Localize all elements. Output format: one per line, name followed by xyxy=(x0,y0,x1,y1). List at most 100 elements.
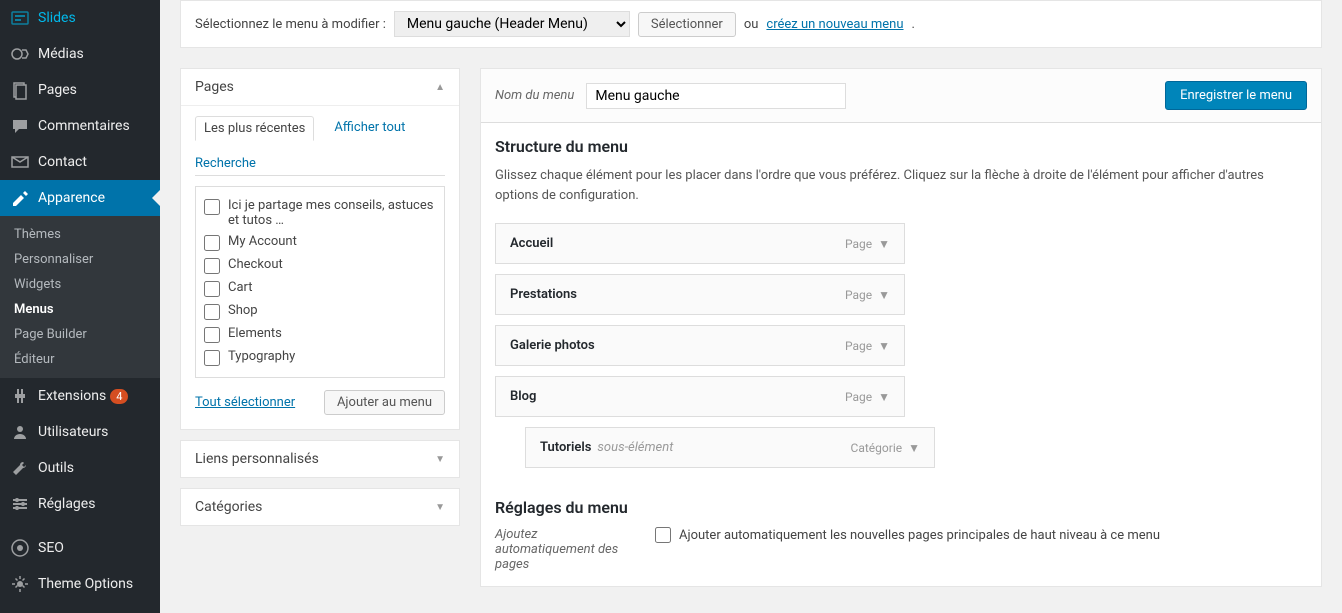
sidebar-item-contact[interactable]: Contact xyxy=(0,144,160,180)
menu-item-tutoriels[interactable]: Tutorielssous-élément Catégorie▼ xyxy=(525,427,935,468)
sidebar-item-theme-options[interactable]: Theme Options xyxy=(0,566,160,602)
media-icon xyxy=(10,44,30,64)
page-checkbox[interactable] xyxy=(204,199,220,215)
page-checkbox[interactable] xyxy=(204,281,220,297)
users-icon xyxy=(10,422,30,442)
menu-select-dropdown[interactable]: Menu gauche (Header Menu) xyxy=(394,11,630,37)
tab-recent[interactable]: Les plus récentes xyxy=(195,116,314,141)
menu-name-label: Nom du menu xyxy=(495,88,574,103)
menu-select-button[interactable]: Sélectionner xyxy=(638,12,736,37)
links-panel-header[interactable]: Liens personnalisés ▼ xyxy=(181,441,459,477)
submenu-widgets[interactable]: Widgets xyxy=(0,272,160,297)
page-checkbox[interactable] xyxy=(204,350,220,366)
sidebar-item-comments[interactable]: Commentaires xyxy=(0,108,160,144)
or-text: ou xyxy=(744,17,759,32)
pages-panel-title: Pages xyxy=(195,79,234,95)
main-content: Sélectionnez le menu à modifier : Menu g… xyxy=(160,0,1342,613)
pages-checklist[interactable]: Ici je partage mes conseils, astuces et … xyxy=(195,186,445,378)
accordion-column: Pages ▲ Les plus récentes Afficher tout … xyxy=(180,68,460,587)
submenu-page-builder[interactable]: Page Builder xyxy=(0,322,160,347)
tools-icon xyxy=(10,458,30,478)
page-checkbox[interactable] xyxy=(204,304,220,320)
sidebar-item-label: Outils xyxy=(38,460,74,476)
page-checkbox[interactable] xyxy=(204,258,220,274)
links-panel: Liens personnalisés ▼ xyxy=(180,440,460,478)
caret-down-icon: ▼ xyxy=(435,454,445,465)
sidebar-item-pages[interactable]: Pages xyxy=(0,72,160,108)
sidebar-item-label: Utilisateurs xyxy=(38,424,108,440)
sidebar-item-label: Pages xyxy=(38,82,77,98)
submenu-themes[interactable]: Thèmes xyxy=(0,222,160,247)
links-panel-title: Liens personnalisés xyxy=(195,451,319,467)
page-checkbox[interactable] xyxy=(204,327,220,343)
tab-search[interactable]: Recherche xyxy=(195,152,264,175)
sidebar-item-tools[interactable]: Outils xyxy=(0,450,160,486)
chevron-down-icon[interactable]: ▼ xyxy=(878,288,890,302)
auto-add-label: Ajoutez automatiquement des pages xyxy=(495,527,635,572)
page-item[interactable]: Typography xyxy=(204,346,436,369)
sidebar-item-plugins[interactable]: Extensions 4 xyxy=(0,378,160,414)
contact-icon xyxy=(10,152,30,172)
submenu-editor[interactable]: Éditeur xyxy=(0,347,160,372)
sidebar-item-users[interactable]: Utilisateurs xyxy=(0,414,160,450)
page-checkbox[interactable] xyxy=(204,235,220,251)
appearance-submenu: Thèmes Personnaliser Widgets Menus Page … xyxy=(0,216,160,378)
sidebar-item-slides[interactable]: Slides xyxy=(0,0,160,36)
settings-icon xyxy=(10,494,30,514)
menu-item-prestations[interactable]: Prestations Page▼ xyxy=(495,274,905,315)
categories-panel-title: Catégories xyxy=(195,499,262,515)
menu-edit-column: Nom du menu Enregistrer le menu Structur… xyxy=(480,68,1322,587)
sidebar-item-label: Contact xyxy=(38,154,87,170)
menu-select-row: Sélectionnez le menu à modifier : Menu g… xyxy=(180,0,1322,48)
menu-edit-header: Nom du menu Enregistrer le menu xyxy=(481,69,1321,123)
pages-panel-header[interactable]: Pages ▲ xyxy=(181,69,459,106)
sidebar-item-label: Theme Options xyxy=(38,576,133,592)
auto-add-row: Ajoutez automatiquement des pages Ajoute… xyxy=(495,527,1307,572)
comments-icon xyxy=(10,116,30,136)
sidebar-item-label: Extensions xyxy=(38,388,106,404)
page-item[interactable]: Shop xyxy=(204,300,436,323)
sidebar-item-appearance[interactable]: Apparence xyxy=(0,180,160,216)
page-item[interactable]: Checkout xyxy=(204,254,436,277)
chevron-down-icon[interactable]: ▼ xyxy=(878,339,890,353)
categories-panel: Catégories ▼ xyxy=(180,488,460,526)
settings-title: Réglages du menu xyxy=(495,498,1307,517)
sidebar-item-seo[interactable]: SEO xyxy=(0,530,160,566)
sidebar-item-settings[interactable]: Réglages xyxy=(0,486,160,522)
select-all-link[interactable]: Tout sélectionner xyxy=(195,395,295,410)
save-menu-button[interactable]: Enregistrer le menu xyxy=(1165,81,1307,110)
menu-item-accueil[interactable]: Accueil Page▼ xyxy=(495,223,905,264)
create-menu-link[interactable]: créez un nouveau menu xyxy=(766,17,903,32)
auto-add-checkbox-label[interactable]: Ajouter automatiquement les nouvelles pa… xyxy=(655,527,1160,543)
categories-panel-header[interactable]: Catégories ▼ xyxy=(181,489,459,525)
chevron-down-icon[interactable]: ▼ xyxy=(878,237,890,251)
structure-description: Glissez chaque élément pour les placer d… xyxy=(495,166,1307,205)
sidebar-item-media[interactable]: Médias xyxy=(0,36,160,72)
sidebar-item-label: Slides xyxy=(38,10,76,26)
submenu-menus[interactable]: Menus xyxy=(0,297,160,322)
tab-all[interactable]: Afficher tout xyxy=(326,116,413,140)
page-item[interactable]: Ici je partage mes conseils, astuces et … xyxy=(204,195,436,231)
menu-item-blog[interactable]: Blog Page▼ xyxy=(495,376,905,417)
sidebar-item-label: Médias xyxy=(38,46,84,62)
page-item[interactable]: Elements xyxy=(204,323,436,346)
structure-title: Structure du menu xyxy=(495,137,1307,156)
menu-name-input[interactable] xyxy=(586,83,846,109)
chevron-down-icon[interactable]: ▼ xyxy=(878,390,890,404)
submenu-customize[interactable]: Personnaliser xyxy=(0,247,160,272)
pages-icon xyxy=(10,80,30,100)
menu-item-galerie[interactable]: Galerie photos Page▼ xyxy=(495,325,905,366)
add-to-menu-button[interactable]: Ajouter au menu xyxy=(324,390,445,415)
chevron-down-icon[interactable]: ▼ xyxy=(908,441,920,455)
slides-icon xyxy=(10,8,30,28)
admin-sidebar: Slides Médias Pages Commentaires Contact… xyxy=(0,0,160,613)
caret-down-icon: ▼ xyxy=(435,502,445,513)
auto-add-checkbox[interactable] xyxy=(655,527,671,543)
sidebar-item-label: Réglages xyxy=(38,496,95,512)
theme-options-icon xyxy=(10,574,30,594)
page-item[interactable]: My Account xyxy=(204,231,436,254)
pages-panel: Pages ▲ Les plus récentes Afficher tout … xyxy=(180,68,460,430)
page-item[interactable]: Cart xyxy=(204,277,436,300)
sidebar-item-label: SEO xyxy=(38,540,64,556)
menu-edit-frame: Nom du menu Enregistrer le menu Structur… xyxy=(480,68,1322,587)
